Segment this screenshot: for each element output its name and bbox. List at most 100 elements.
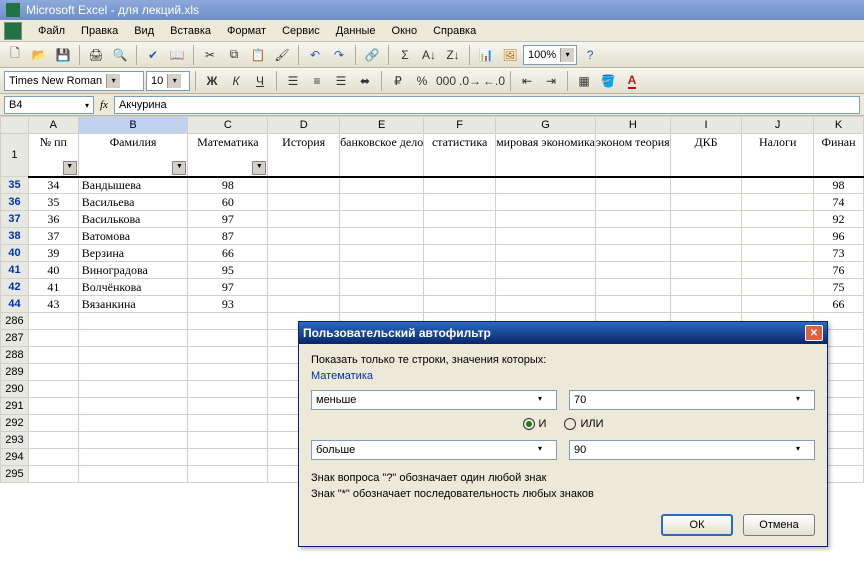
cell[interactable]: Верзина (78, 245, 188, 262)
borders-icon[interactable]: ▦ (573, 70, 595, 92)
cell[interactable] (670, 296, 742, 313)
menu-tools[interactable]: Сервис (274, 23, 328, 39)
comma-icon[interactable]: 000 (435, 70, 457, 92)
filter-button[interactable] (63, 161, 77, 175)
row-header-1[interactable]: 1 (1, 134, 29, 177)
cell[interactable]: 43 (28, 296, 78, 313)
cell[interactable]: 92 (814, 211, 864, 228)
cell[interactable] (78, 364, 188, 381)
hdr-finan[interactable]: Финан (814, 134, 864, 177)
print-preview-icon[interactable]: 🔍 (109, 44, 131, 66)
cell[interactable] (78, 381, 188, 398)
cell[interactable] (670, 177, 742, 194)
condition1-value-combo[interactable]: 70 (569, 390, 815, 410)
cell[interactable] (596, 194, 671, 211)
cell[interactable] (188, 330, 268, 347)
cell[interactable]: 97 (188, 211, 268, 228)
cell[interactable] (28, 432, 78, 449)
close-icon[interactable]: ✕ (805, 325, 823, 341)
cell[interactable] (496, 177, 596, 194)
cell[interactable]: 40 (28, 262, 78, 279)
menu-data[interactable]: Данные (328, 23, 384, 39)
row-header[interactable]: 40 (1, 245, 29, 262)
cell[interactable]: 41 (28, 279, 78, 296)
hyperlink-icon[interactable]: 🔗 (361, 44, 383, 66)
cell[interactable]: Волчёнкова (78, 279, 188, 296)
cell[interactable]: 36 (28, 211, 78, 228)
cell[interactable] (670, 211, 742, 228)
zoom-combo[interactable]: 100% (523, 45, 577, 65)
cell[interactable]: Васильева (78, 194, 188, 211)
col-header-C[interactable]: C (188, 117, 268, 134)
dialog-titlebar[interactable]: Пользовательский автофильтр ✕ (299, 322, 827, 344)
cell[interactable]: 93 (188, 296, 268, 313)
col-header-J[interactable]: J (742, 117, 814, 134)
cell[interactable] (340, 228, 424, 245)
cell[interactable] (424, 194, 496, 211)
cell[interactable] (28, 347, 78, 364)
increase-indent-icon[interactable]: ⇥ (540, 70, 562, 92)
cell[interactable]: 98 (188, 177, 268, 194)
cell[interactable] (424, 228, 496, 245)
cell[interactable]: 97 (188, 279, 268, 296)
cell[interactable]: Ватомова (78, 228, 188, 245)
cell[interactable] (188, 398, 268, 415)
open-icon[interactable]: 📂 (28, 44, 50, 66)
cell[interactable] (188, 449, 268, 466)
cell[interactable] (670, 228, 742, 245)
cell[interactable]: 60 (188, 194, 268, 211)
cell[interactable] (28, 466, 78, 483)
cell[interactable]: 35 (28, 194, 78, 211)
row-header[interactable]: 287 (1, 330, 29, 347)
cell[interactable] (670, 194, 742, 211)
radio-or[interactable]: ИЛИ (564, 418, 603, 430)
row-header[interactable]: 37 (1, 211, 29, 228)
hdr-ekonom[interactable]: эконом теория (596, 134, 671, 177)
menu-format[interactable]: Формат (219, 23, 274, 39)
col-header-K[interactable]: K (814, 117, 864, 134)
italic-icon[interactable]: К (225, 70, 247, 92)
row-header[interactable]: 35 (1, 177, 29, 194)
format-painter-icon[interactable]: 🖌 (271, 44, 293, 66)
cell[interactable]: 66 (814, 296, 864, 313)
condition2-operator-combo[interactable]: больше (311, 440, 557, 460)
cell[interactable] (496, 279, 596, 296)
sort-desc-icon[interactable]: Z↓ (442, 44, 464, 66)
cell[interactable] (340, 245, 424, 262)
save-icon[interactable]: 💾 (52, 44, 74, 66)
cell[interactable] (188, 313, 268, 330)
fx-icon[interactable]: fx (100, 99, 108, 111)
cell[interactable] (424, 211, 496, 228)
align-center-icon[interactable]: ≡ (306, 70, 328, 92)
cell[interactable] (596, 245, 671, 262)
name-box[interactable]: B4 (4, 96, 94, 114)
font-color-icon[interactable]: A (621, 70, 643, 92)
cell[interactable] (340, 296, 424, 313)
cell[interactable]: 98 (814, 177, 864, 194)
condition2-value-combo[interactable]: 90 (569, 440, 815, 460)
chart-icon[interactable]: 📊 (475, 44, 497, 66)
cell[interactable]: 95 (188, 262, 268, 279)
cell[interactable]: 75 (814, 279, 864, 296)
cell[interactable] (268, 296, 340, 313)
cell[interactable] (496, 194, 596, 211)
sort-asc-icon[interactable]: A↓ (418, 44, 440, 66)
font-size-combo[interactable]: 10 (146, 71, 190, 91)
cell[interactable]: Вязанкина (78, 296, 188, 313)
cell[interactable] (268, 194, 340, 211)
row-header[interactable]: 292 (1, 415, 29, 432)
cell[interactable]: Виноградова (78, 262, 188, 279)
radio-and[interactable]: И (523, 418, 547, 430)
undo-icon[interactable]: ↶ (304, 44, 326, 66)
cut-icon[interactable]: ✂ (199, 44, 221, 66)
cell[interactable] (742, 245, 814, 262)
cell[interactable] (78, 398, 188, 415)
underline-icon[interactable]: Ч (249, 70, 271, 92)
cell[interactable] (188, 364, 268, 381)
row-header[interactable]: 289 (1, 364, 29, 381)
merge-center-icon[interactable]: ⬌ (354, 70, 376, 92)
cell[interactable] (268, 177, 340, 194)
row-header[interactable]: 41 (1, 262, 29, 279)
drawing-icon[interactable]: 🖼 (499, 44, 521, 66)
cell[interactable] (424, 245, 496, 262)
